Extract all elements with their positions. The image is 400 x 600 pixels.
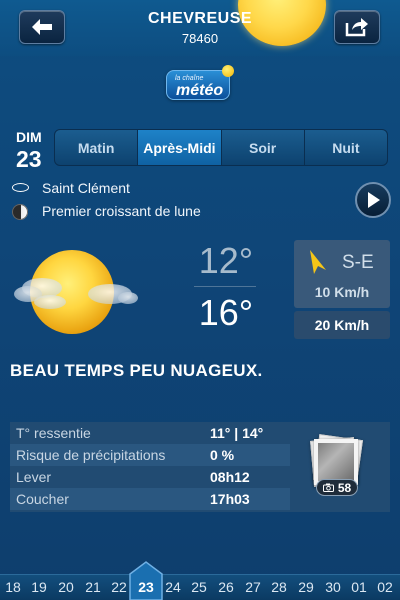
forecast-description: BEAU TEMPS PEU NUAGEUX. [10,361,263,380]
date-item[interactable]: 21 [80,579,106,595]
moon-phase-icon [12,204,28,220]
la-chaine-meteo-logo: la chaîne météo [166,64,236,102]
photo-gallery-button[interactable]: 58 [308,434,366,497]
share-button[interactable] [334,10,380,44]
date-item[interactable]: 19 [26,579,52,595]
detail-value: 17h03 [210,491,250,507]
date-item-selected[interactable]: 23 [133,579,159,595]
detail-row-sunset: Coucher 17h03 [10,488,290,510]
detail-label: Coucher [16,491,69,507]
wind-direction: S-E [342,252,374,273]
moon-phase-text: Premier croissant de lune [42,203,201,219]
wind-speed: 10 Km/h [314,284,370,300]
detail-row-precipitation: Risque de précipitations 0 % [10,444,290,466]
back-button[interactable] [19,10,65,44]
date-item[interactable]: 27 [240,579,266,595]
date-item[interactable]: 18 [0,579,26,595]
date-item[interactable]: 25 [186,579,212,595]
photo-count: 58 [337,480,352,495]
city-name: CHEVREUSE [147,10,253,27]
period-tabs: Matin Après-Midi Soir Nuit [54,129,388,166]
back-arrow-icon [32,19,52,35]
logo-big-text: météo [176,82,224,99]
detail-row-feels-like: T° ressentie 11° | 14° [10,422,290,444]
date-item[interactable]: 01 [346,579,372,595]
date-item[interactable]: 29 [293,579,319,595]
logo-sun-icon [222,65,234,77]
play-button[interactable] [355,182,391,218]
date-item[interactable]: 02 [372,579,398,595]
wind-panel: S-E 10 Km/h [294,240,390,308]
wind-direction-arrow-icon [310,250,326,274]
date-item[interactable]: 20 [53,579,79,595]
detail-value: 08h12 [210,469,250,485]
date-item[interactable]: 22 [106,579,132,595]
header-bar: CHEVREUSE 78460 [0,0,400,56]
date-list: 18 19 20 21 22 23 24 25 26 27 28 29 30 0… [0,574,400,600]
camera-icon [322,483,334,492]
halo-icon [12,183,29,192]
detail-value: 11° | 14° [210,425,264,441]
tab-nuit[interactable]: Nuit [305,130,387,165]
detail-label: T° ressentie [16,425,91,441]
detail-row-sunrise: Lever 08h12 [10,466,290,488]
details-panel: T° ressentie 11° | 14° Risque de précipi… [10,422,390,512]
temperature-divider [194,286,256,287]
tab-matin[interactable]: Matin [55,130,139,165]
tab-apres-midi[interactable]: Après-Midi [138,130,222,165]
photo-count-badge: 58 [316,479,358,496]
logo-small-text: la chaîne [175,75,204,82]
share-icon [345,18,368,37]
temperature-min: 12° [198,240,254,281]
date-item[interactable]: 28 [266,579,292,595]
date-item[interactable]: 24 [160,579,186,595]
date-item[interactable]: 26 [213,579,239,595]
play-icon [368,192,380,208]
day-abbreviation: DIM [16,129,42,145]
wind-gust: 20 Km/h [294,311,390,339]
saint-name: Saint Clément [42,180,130,196]
detail-label: Risque de précipitations [16,447,166,463]
temperature-max: 16° [198,292,254,333]
day-number: 23 [16,146,42,172]
detail-label: Lever [16,469,52,485]
detail-value: 0 % [210,447,235,463]
postal-code: 78460 [181,31,219,46]
sun-cloud-icon [14,250,138,334]
logo-box: la chaîne météo [166,70,230,100]
date-item[interactable]: 30 [320,579,346,595]
tab-soir[interactable]: Soir [222,130,305,165]
